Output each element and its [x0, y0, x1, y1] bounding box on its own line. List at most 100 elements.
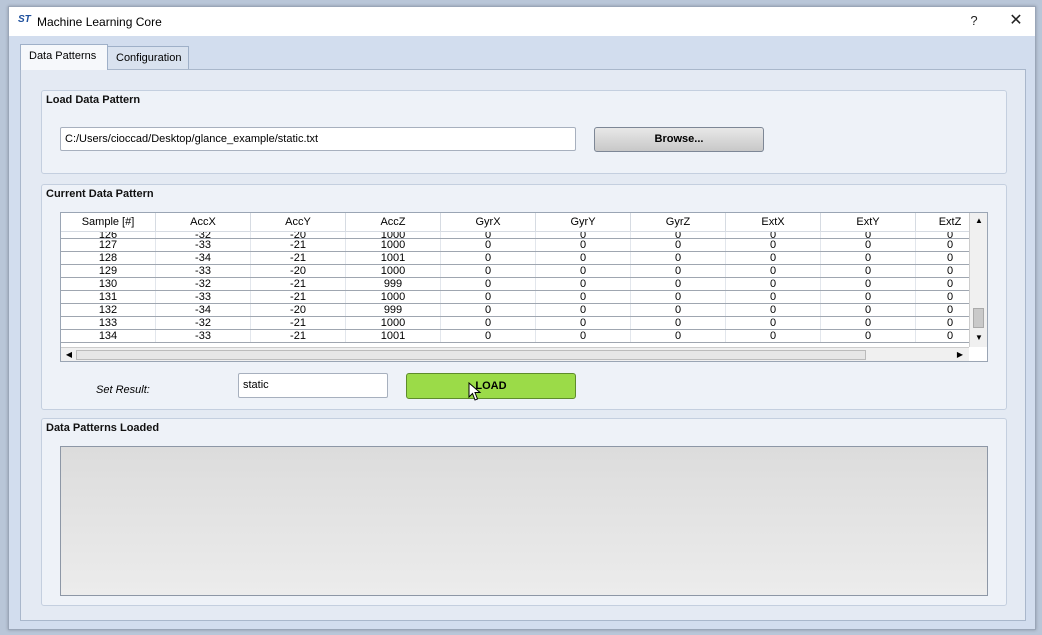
vertical-scrollbar[interactable]: ▲ ▼: [969, 213, 987, 347]
close-button[interactable]: ✕: [1005, 11, 1027, 31]
scroll-left-icon[interactable]: ◀: [62, 348, 76, 361]
vertical-scroll-thumb[interactable]: [973, 308, 984, 328]
table-cell: 0: [725, 264, 821, 278]
table-cell: 0: [630, 251, 726, 265]
table-cell: 0: [820, 277, 916, 291]
data-table-view[interactable]: Sample [#] AccX AccY AccZ GyrX GyrY GyrZ ExtX Ex…: [60, 212, 988, 362]
table-cell: -33: [155, 329, 251, 343]
table-cell: 0: [535, 316, 631, 330]
load-data-pattern-group: Load Data Pattern C:/Users/cioccad/Deskt…: [41, 90, 1007, 174]
table-cell: 0: [820, 290, 916, 304]
tab-configuration[interactable]: Configuration: [107, 46, 189, 69]
table-cell: 0: [725, 277, 821, 291]
table-cell: -32: [155, 316, 251, 330]
table-cell: 0: [630, 277, 726, 291]
table-cell: 0: [535, 303, 631, 317]
table-cell: 1000: [345, 231, 441, 239]
loaded-patterns-list[interactable]: [60, 446, 988, 596]
table-row[interactable]: 133 -32 -21 1000 0 0 0 0 0 0: [61, 316, 985, 330]
table-row[interactable]: 127 -33 -21 1000 0 0 0 0 0 0: [61, 238, 985, 252]
st-logo-icon: ST: [18, 14, 31, 25]
horizontal-scrollbar[interactable]: ◀ ▶: [61, 347, 969, 361]
data-table: Sample [#] AccX AccY AccZ GyrX GyrY GyrZ ExtX Ex…: [61, 213, 985, 343]
horizontal-scroll-thumb[interactable]: [76, 350, 866, 360]
table-cell: -21: [250, 277, 346, 291]
column-header[interactable]: GyrX: [440, 213, 536, 232]
table-row[interactable]: 134 -33 -21 1001 0 0 0 0 0 0: [61, 329, 985, 343]
column-header[interactable]: ExtY: [820, 213, 916, 232]
column-header[interactable]: GyrZ: [630, 213, 726, 232]
table-cell: 0: [440, 231, 536, 239]
table-cell: 0: [630, 264, 726, 278]
column-header[interactable]: AccZ: [345, 213, 441, 232]
table-cell: 0: [535, 290, 631, 304]
table-cell: -33: [155, 290, 251, 304]
data-patterns-loaded-group: Data Patterns Loaded: [41, 418, 1007, 606]
table-cell: 0: [440, 264, 536, 278]
browse-button[interactable]: Browse...: [594, 127, 764, 152]
table-row[interactable]: 126 -32 -20 1000 0 0 0 0 0 0: [61, 231, 985, 239]
column-header[interactable]: Sample [#]: [61, 213, 156, 232]
table-cell: 0: [820, 264, 916, 278]
table-cell: 1000: [345, 264, 441, 278]
table-row[interactable]: 128 -34 -21 1001 0 0 0 0 0 0: [61, 251, 985, 265]
table-cell: 132: [61, 303, 156, 317]
table-row[interactable]: 132 -34 -20 999 0 0 0 0 0 0: [61, 303, 985, 317]
file-path-input[interactable]: C:/Users/cioccad/Desktop/glance_example/…: [60, 127, 576, 151]
table-cell: -20: [250, 303, 346, 317]
group-title: Current Data Pattern: [46, 188, 154, 200]
table-cell: 126: [61, 231, 156, 239]
table-cell: 129: [61, 264, 156, 278]
table-cell: 1000: [345, 316, 441, 330]
table-row[interactable]: 129 -33 -20 1000 0 0 0 0 0 0: [61, 264, 985, 278]
table-cell: 1000: [345, 238, 441, 252]
table-cell: 134: [61, 329, 156, 343]
column-header[interactable]: AccY: [250, 213, 346, 232]
table-cell: 0: [820, 251, 916, 265]
column-header[interactable]: ExtX: [725, 213, 821, 232]
scroll-down-icon[interactable]: ▼: [971, 331, 987, 345]
table-cell: 0: [630, 231, 726, 239]
load-button[interactable]: LOAD: [406, 373, 576, 399]
table-cell: 0: [820, 231, 916, 239]
table-cell: 0: [440, 251, 536, 265]
table-cell: -21: [250, 290, 346, 304]
column-header[interactable]: GyrY: [535, 213, 631, 232]
table-cell: 0: [820, 329, 916, 343]
table-cell: 0: [440, 316, 536, 330]
table-row[interactable]: 131 -33 -21 1000 0 0 0 0 0 0: [61, 290, 985, 304]
current-data-pattern-group: Current Data Pattern Sample [#] AccX AccY A…: [41, 184, 1007, 410]
table-cell: -21: [250, 329, 346, 343]
result-input[interactable]: static: [238, 373, 388, 398]
table-cell: -33: [155, 238, 251, 252]
table-cell: 0: [440, 277, 536, 291]
table-cell: -34: [155, 251, 251, 265]
table-cell: 0: [725, 251, 821, 265]
mouse-cursor-icon: [468, 382, 482, 401]
table-cell: 999: [345, 277, 441, 291]
table-cell: 0: [725, 231, 821, 239]
window-client: Data Patterns Configuration Load Data Pa…: [9, 36, 1035, 629]
table-cell: 1001: [345, 251, 441, 265]
table-cell: 0: [535, 231, 631, 239]
table-cell: 0: [535, 251, 631, 265]
tab-data-patterns[interactable]: Data Patterns: [20, 44, 108, 70]
table-cell: 0: [535, 264, 631, 278]
group-title: Load Data Pattern: [46, 94, 141, 106]
table-cell: -20: [250, 231, 346, 239]
table-cell: 0: [630, 290, 726, 304]
table-cell: 0: [725, 316, 821, 330]
scroll-right-icon[interactable]: ▶: [953, 348, 967, 361]
table-cell: -21: [250, 251, 346, 265]
table-cell: 0: [630, 303, 726, 317]
help-button[interactable]: ?: [963, 11, 985, 31]
table-body: 126 -32 -20 1000 0 0 0 0 0 0 127 -33 -21 1000 0 0 0 0 0 0 12…: [61, 231, 985, 343]
table-cell: 133: [61, 316, 156, 330]
table-cell: 0: [725, 303, 821, 317]
column-header[interactable]: AccX: [155, 213, 251, 232]
scroll-up-icon[interactable]: ▲: [971, 214, 987, 228]
table-cell: 0: [630, 238, 726, 252]
app-window: ST Machine Learning Core ? ✕ Data Patter…: [8, 6, 1036, 630]
table-row[interactable]: 130 -32 -21 999 0 0 0 0 0 0: [61, 277, 985, 291]
table-cell: -33: [155, 264, 251, 278]
